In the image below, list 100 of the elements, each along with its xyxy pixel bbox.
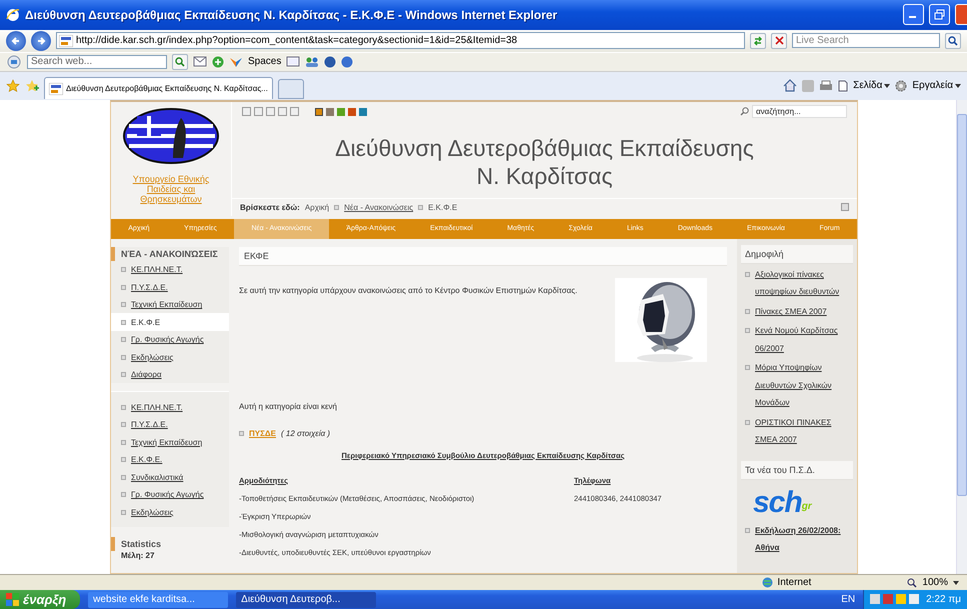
site-favicon — [49, 82, 63, 95]
restore-button[interactable] — [929, 4, 950, 26]
bullet-icon — [121, 474, 126, 480]
search-button[interactable] — [172, 54, 188, 70]
zoom-level[interactable]: 100% — [922, 577, 948, 588]
scrollbar[interactable] — [956, 100, 967, 574]
zoom-icon — [907, 578, 918, 588]
empty-note: Αυτή η κατηγορία είναι κενή — [239, 402, 338, 411]
language-indicator[interactable]: EN — [841, 594, 856, 605]
theme-swatch[interactable] — [359, 108, 367, 116]
tools-menu[interactable]: Εργαλεία — [912, 80, 961, 92]
close-icon — [774, 36, 784, 46]
home-icon[interactable] — [783, 79, 798, 92]
clock: 2:22 πμ — [926, 594, 961, 605]
site-title: Ν. Καρδίτσας — [476, 162, 613, 190]
menu-item[interactable]: Τεχνική Εκπαίδευση — [111, 433, 229, 451]
spaces-button[interactable]: Spaces — [248, 56, 282, 68]
menu-item[interactable]: Τεχνική Εκπαίδευση — [111, 296, 229, 314]
bullet-icon — [121, 354, 126, 360]
theme-swatch[interactable] — [326, 108, 334, 116]
search-field[interactable]: Live Search — [792, 33, 940, 48]
toolbar-logo-icon[interactable] — [6, 54, 22, 69]
back-button[interactable] — [6, 30, 26, 51]
menu-item[interactable]: Ε.Κ.Φ.Ε. — [111, 450, 229, 468]
site-search-field[interactable]: αναζήτηση... — [752, 105, 847, 118]
popular-link[interactable]: Αξιολογικοί πίνακες υποψηφίων διευθυντών — [755, 266, 853, 301]
popular-link[interactable]: Πίνακες ΣΜΕΑ 2007 — [755, 302, 827, 320]
address-field[interactable]: http://dide.kar.sch.gr/index.php?option=com_content&task=category&sectionid=1&id=25&Itemid=38 — [56, 32, 745, 50]
menu-item[interactable]: ΚΕ.ΠΛΗ.ΝΕ.Τ. — [111, 398, 229, 416]
web-search-field[interactable]: Search web... — [27, 54, 167, 69]
caret-icon — [955, 84, 961, 88]
font-reset-icon[interactable] — [290, 107, 299, 116]
close-button[interactable] — [955, 4, 967, 26]
security-zone: Internet — [777, 577, 812, 588]
search-button[interactable] — [945, 32, 961, 49]
site-favicon — [59, 34, 73, 47]
caret-icon[interactable] — [953, 580, 959, 585]
bullet-icon — [121, 337, 126, 342]
print-icon[interactable] — [819, 80, 834, 92]
menu-item[interactable]: Συνδικαλιστικά — [111, 468, 229, 486]
menu-item[interactable]: Π.Υ.Σ.Δ.Ε. — [111, 278, 229, 296]
browser-tab[interactable]: Διεύθυνση Δευτεροβάθμιας Εκπαίδευσης Ν. Καρδίτσας... — [44, 77, 273, 100]
bullet-icon — [745, 308, 750, 314]
popular-title: Δημοφιλή — [741, 244, 853, 264]
forward-button[interactable] — [31, 30, 51, 51]
menu-item[interactable]: Γρ. Φυσικής Αγωγής — [111, 330, 229, 348]
article-heading: ΕΚΦΕ — [239, 246, 727, 266]
bullet-icon — [745, 365, 750, 370]
article-intro: Σε αυτή την κατηγορία υπάρχουν ανακοινώσεις από το Κέντρο Φυσικών Επιστημών Καρδίτσας. — [239, 284, 578, 297]
bullet-icon — [418, 204, 424, 210]
item-count: ( 12 στοιχεία ) — [281, 428, 330, 438]
sch-logo[interactable]: schgr — [753, 488, 853, 518]
minimize-button[interactable] — [903, 4, 924, 26]
page-menu[interactable]: Σελίδα — [853, 80, 890, 92]
favorites-star-icon[interactable] — [6, 78, 20, 93]
windows-logo-icon — [6, 593, 19, 606]
theme-swatch[interactable] — [337, 108, 345, 116]
taskbar-window[interactable]: Διεύθυνση Δευτεροβ... — [236, 592, 376, 608]
theme-swatch[interactable] — [348, 108, 356, 116]
refresh-button[interactable] — [750, 32, 766, 49]
menu-item[interactable]: Ε.Κ.Φ.Ε — [111, 313, 229, 331]
window-title: Διεύθυνση Δευτεροβάθμιας Εκπαίδευσης Ν. Καρδίτσας - Ε.Κ.Φ.Ε - Windows Internet Explorer — [25, 8, 558, 22]
add-favorite-icon[interactable] — [25, 78, 39, 93]
bullet-icon — [745, 528, 750, 533]
tray-icons[interactable] — [870, 594, 920, 606]
bullet-icon — [121, 510, 126, 515]
menu-item[interactable]: ΚΕ.ΠΛΗ.ΝΕ.Τ. — [111, 260, 229, 278]
gear-icon — [895, 80, 908, 92]
bullet-icon — [121, 492, 126, 498]
width-icon[interactable] — [254, 107, 263, 116]
new-tab-button[interactable] — [278, 79, 304, 100]
menu-item[interactable]: Π.Υ.Σ.Δ.Ε. — [111, 416, 229, 434]
butterfly-icon[interactable] — [229, 56, 243, 68]
popular-link[interactable]: Κενά Νομού Καρδίτσας 06/2007 — [755, 322, 853, 358]
bullet-icon — [239, 430, 244, 436]
breadcrumb-label: Βρίσκεστε εδώ: — [240, 202, 300, 212]
bullet-icon — [121, 372, 126, 378]
bullet-icon — [121, 267, 126, 272]
layout-icon[interactable] — [242, 107, 251, 116]
start-button[interactable]: έναρξη — [0, 590, 80, 609]
taskbar-window[interactable]: website ekfe karditsa... — [88, 592, 228, 608]
popular-link[interactable]: ΟΡΙΣΤΙΚΟΙ ΠΙΝΑΚΕΣ ΣΜΕΑ 2007 — [755, 414, 853, 449]
add-icon[interactable] — [212, 56, 224, 68]
theme-swatch[interactable] — [315, 108, 323, 116]
stop-button[interactable] — [771, 32, 787, 49]
bullet-icon — [121, 457, 126, 462]
popular-link[interactable]: Μόρια Υποψηφίων Διευθυντών Σχολικών Μονάδων — [755, 359, 853, 412]
menu-item[interactable]: Διάφορα — [111, 366, 229, 384]
menu-item[interactable]: Εκδηλώσεις — [111, 348, 229, 366]
people-icon[interactable] — [305, 56, 320, 68]
breadcrumb-link[interactable]: Νέα - Ανακοινώσεις — [344, 202, 414, 212]
news-link[interactable]: Εκδήλωση 26/02/2008: Αθήνα — [755, 522, 853, 557]
arrow-right-icon — [36, 36, 46, 46]
collapse-icon[interactable] — [841, 203, 849, 212]
menu-item[interactable]: Γρ. Φυσικής Αγωγής — [111, 486, 229, 504]
refresh-icon — [753, 36, 763, 46]
font-up-icon[interactable] — [266, 107, 275, 116]
font-down-icon[interactable] — [278, 107, 287, 116]
bullet-icon — [745, 272, 750, 277]
menu-item[interactable]: Εκδηλώσεις — [111, 503, 229, 521]
